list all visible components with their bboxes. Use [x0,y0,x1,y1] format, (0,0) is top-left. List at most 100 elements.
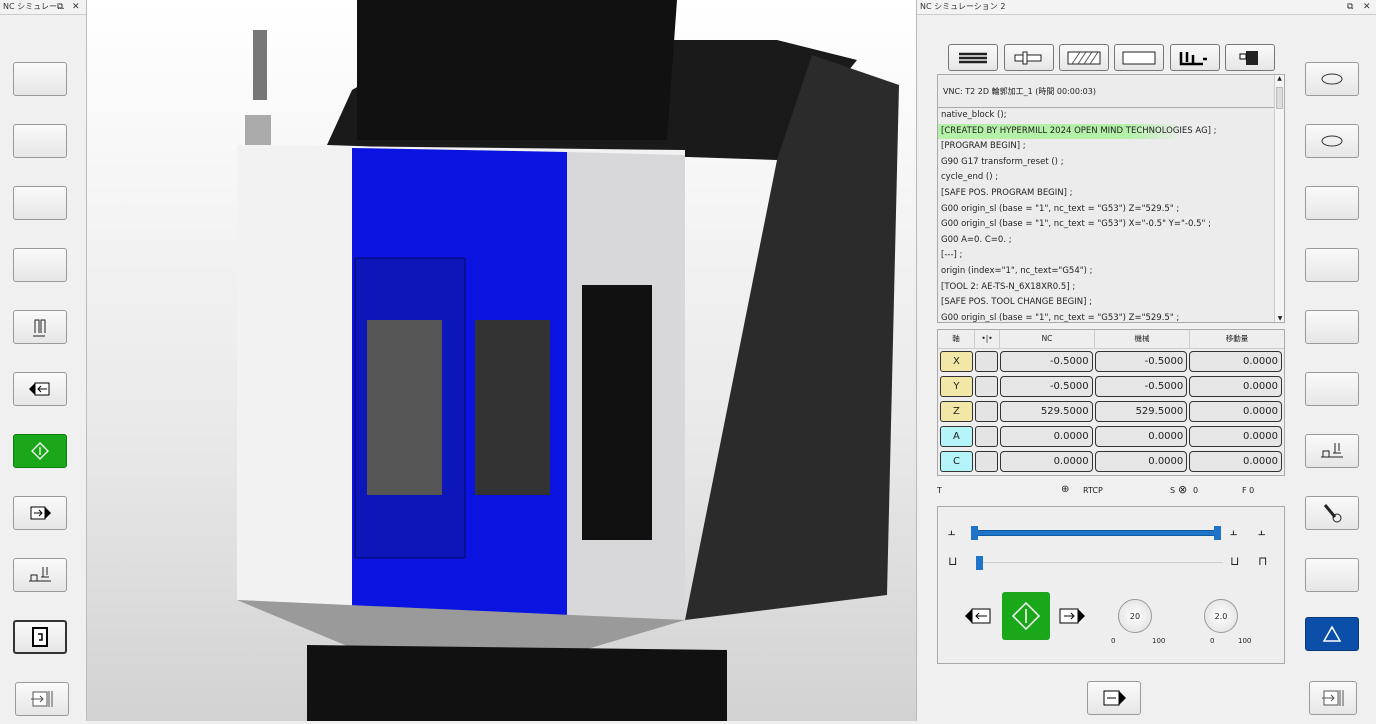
code-scrollbar[interactable]: ▲▼ [1274,75,1284,322]
step-forward-button[interactable] [13,496,67,530]
axis-limit-indicator [975,351,998,372]
left-button-1[interactable] [13,62,67,96]
right-button-5[interactable] [1305,310,1359,344]
code-line[interactable]: [---] ; [938,248,1284,264]
warning-button[interactable] [1305,617,1359,651]
tool-holder-icon [1011,50,1047,66]
loop-button[interactable] [13,620,67,654]
axis-label: Y [940,376,973,397]
code-line[interactable]: [PROGRAM BEGIN] ; [938,139,1284,155]
code-line[interactable]: G00 origin_sl (base = "1", nc_text = "G5… [938,311,1284,323]
range-start-handle[interactable] [971,526,978,540]
exit-button[interactable] [15,682,69,716]
nc-value: -0.5000 [1000,351,1093,372]
exit-button[interactable] [1309,681,1357,715]
move-value: 0.0000 [1189,376,1282,397]
axis-row: Y-0.5000-0.50000.0000 [938,374,1284,399]
3d-viewport[interactable] [87,0,917,721]
rotate-icon [1317,67,1347,91]
step-backward-icon [965,605,995,627]
spindle-value: 0 [1193,486,1198,495]
step-back-path-button[interactable] [13,310,67,344]
close-icon[interactable]: ✕ [72,0,80,14]
blank-view-button[interactable] [1114,44,1164,71]
exit-icon [1318,686,1348,710]
machine-value: -0.5000 [1095,351,1188,372]
code-line[interactable]: native_block (); [938,108,1284,124]
step-forward-button[interactable] [1059,605,1089,627]
rtcp-label: RTCP [1083,486,1103,495]
position-end-icon[interactable]: ⊔ [1230,554,1239,568]
code-line[interactable]: [CREATED BY HYPERMILL 2024 OPEN MIND TEC… [938,124,1284,140]
restore-icon[interactable]: ⧉ [1347,0,1353,14]
nc-value: -0.5000 [1000,376,1093,397]
tool-change-icon[interactable]: ⊓ [1258,554,1267,568]
code-line[interactable]: G90 G17 transform_reset () ; [938,155,1284,171]
playback-controls: ⫠ ⫠ ⫠ ⊔ ⊔ ⊓ 20 0 100 2.0 0 100 [937,506,1285,664]
range-end-handle[interactable] [1214,526,1221,540]
code-line[interactable]: [SAFE POS. PROGRAM BEGIN] ; [938,186,1284,202]
right-button-3[interactable] [1305,186,1359,220]
machine-tool-button[interactable] [1305,434,1359,468]
position-slider[interactable] [978,562,1223,563]
cabinet-icon [1232,49,1268,67]
right-panel-title: NC シミュレーション 2 [920,2,1005,11]
left-panel-titlebar: NC シミュレー... ⧉ ✕ [0,0,86,15]
range-end-icon[interactable]: ⫠ [1230,524,1237,539]
rotate-view-button[interactable] [1305,62,1359,96]
step-backward-button[interactable] [13,372,67,406]
position-handle[interactable] [976,556,983,570]
code-line[interactable]: origin (index="1", nc_text="G54") ; [938,264,1284,280]
stock-view-button[interactable] [1059,44,1109,71]
dial1-min: 0 [1111,637,1115,645]
spindle-label: S [1170,486,1175,495]
spindle-override-dial[interactable]: 20 [1118,599,1152,633]
step-backward-button[interactable] [965,605,995,627]
axis-table: 軸 •|• NC 機械 移動量 X-0.5000-0.50000.0000Y-0… [937,329,1285,476]
right-panel-titlebar: NC シミュレーション 2 ⧉ ✕ [917,0,1376,15]
code-line[interactable]: G00 origin_sl (base = "1", nc_text = "G5… [938,202,1284,218]
rectangle-icon [1121,50,1157,66]
code-line[interactable]: G00 A=0. C=0. ; [938,233,1284,249]
right-button-6[interactable] [1305,372,1359,406]
right-button-4[interactable] [1305,248,1359,282]
dial2-value: 2.0 [1215,612,1228,621]
machine-tool-button[interactable] [13,558,67,592]
settings-button[interactable] [1305,496,1359,530]
axis-row: C0.00000.00000.0000 [938,449,1284,474]
dial2-max: 100 [1238,637,1251,645]
tool-path-icon[interactable]: ⫠ [1258,524,1265,539]
left-button-4[interactable] [13,248,67,282]
dial1-value: 20 [1130,612,1140,621]
nc-code-listing[interactable]: VNC: T2 2D 輪郭加工_1 (時間 00:00:03) native_b… [937,74,1285,323]
start-button[interactable] [13,434,67,468]
range-start-icon: ⫠ [948,524,955,539]
axis-label: A [940,426,973,447]
code-view-button[interactable] [948,44,998,71]
close-icon[interactable]: ✕ [1363,0,1371,14]
restore-icon[interactable]: ⧉ [57,0,63,14]
code-line[interactable]: [SAFE POS. TOOL CHANGE BEGIN] ; [938,295,1284,311]
header-move: 移動量 [1190,330,1284,348]
left-button-2[interactable] [13,124,67,158]
step-forward-bottom-button[interactable] [1087,681,1141,715]
left-button-3[interactable] [13,186,67,220]
axis-row: X-0.5000-0.50000.0000 [938,349,1284,374]
range-slider[interactable] [973,530,1218,536]
code-line[interactable]: G00 origin_sl (base = "1", nc_text = "G5… [938,217,1284,233]
start-button[interactable] [1002,592,1050,640]
machine-value: 0.0000 [1095,451,1188,472]
header-axis: 軸 [938,330,975,348]
code-line[interactable]: [TOOL 2: AE-TS-N_6X18XR0.5] ; [938,280,1284,296]
header-machine: 機械 [1095,330,1190,348]
right-button-9[interactable] [1305,558,1359,592]
feed-override-dial[interactable]: 2.0 [1204,599,1238,633]
tool-view-button[interactable] [1004,44,1054,71]
machine-view-button[interactable] [1170,44,1220,71]
cabinet-view-button[interactable] [1225,44,1275,71]
dial1-max: 100 [1152,637,1165,645]
rotate-view-2-button[interactable] [1305,124,1359,158]
stock-hatch-icon [1066,50,1102,66]
header-limit: •|• [975,330,1000,348]
code-line[interactable]: cycle_end () ; [938,170,1284,186]
